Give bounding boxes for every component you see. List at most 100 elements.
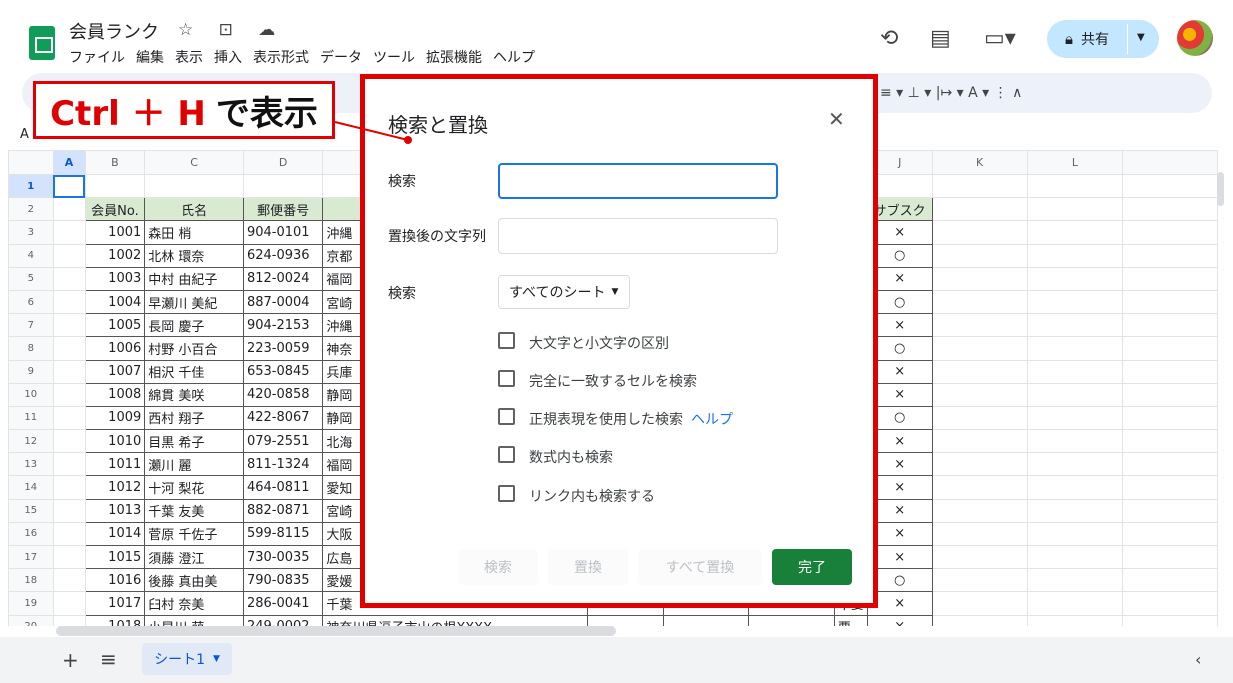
cell[interactable] xyxy=(1122,289,1218,315)
tab-dropdown-icon[interactable]: ▼ xyxy=(213,654,220,664)
cell[interactable] xyxy=(1026,568,1124,593)
cell[interactable] xyxy=(1122,382,1218,407)
cell[interactable] xyxy=(1122,220,1218,245)
member-no-cell[interactable]: 1008 xyxy=(84,382,146,407)
explore-chevron-icon[interactable]: ‹ xyxy=(1195,650,1201,669)
cell[interactable] xyxy=(52,498,86,523)
cell[interactable] xyxy=(52,197,86,222)
zip-cell[interactable]: 653-0845 xyxy=(242,359,324,384)
cell[interactable] xyxy=(1026,336,1124,361)
cell[interactable] xyxy=(1122,405,1218,431)
member-no-cell[interactable]: 1015 xyxy=(84,544,146,570)
close-icon[interactable]: ✕ xyxy=(828,107,845,131)
cell[interactable] xyxy=(1026,197,1124,222)
help-link[interactable]: ヘルプ xyxy=(691,412,733,428)
name-cell[interactable]: 瀬川 麗 xyxy=(144,452,244,477)
member-no-cell[interactable]: 1018 xyxy=(84,614,146,626)
cell[interactable] xyxy=(1026,382,1124,407)
exact-match-label[interactable]: 完全に一致するセルを検索 xyxy=(529,371,697,391)
corner-cell[interactable] xyxy=(8,150,54,175)
name-cell[interactable]: 小早川 萌 xyxy=(144,614,244,626)
cell[interactable] xyxy=(1122,266,1218,291)
cell[interactable] xyxy=(931,266,1028,291)
name-cell[interactable]: 長岡 慶子 xyxy=(144,313,244,338)
cell[interactable] xyxy=(1026,313,1124,338)
cell[interactable] xyxy=(242,173,324,199)
formulas-label[interactable]: 数式内も検索 xyxy=(529,447,613,467)
cell[interactable] xyxy=(931,544,1028,570)
cell[interactable] xyxy=(931,289,1028,315)
cell[interactable] xyxy=(52,475,86,500)
match-case-label[interactable]: 大文字と小文字の区別 xyxy=(529,333,669,353)
zip-cell[interactable]: 422-8067 xyxy=(242,405,324,431)
cell[interactable] xyxy=(1122,521,1218,547)
cell[interactable] xyxy=(52,243,86,268)
menu-file[interactable]: ファイル xyxy=(69,47,125,67)
cell[interactable] xyxy=(1026,614,1124,626)
row-header[interactable]: 8 xyxy=(8,336,54,361)
cell[interactable] xyxy=(1122,336,1218,361)
menu-data[interactable]: データ xyxy=(320,47,362,67)
document-title[interactable]: 会員ランク xyxy=(69,18,159,44)
sheets-logo-icon[interactable] xyxy=(29,26,55,60)
history-icon[interactable]: ⟲ xyxy=(880,26,898,51)
row-header[interactable]: 4 xyxy=(8,243,54,268)
cell[interactable] xyxy=(52,336,86,361)
member-no-cell[interactable]: 1005 xyxy=(84,313,146,338)
scope-select[interactable]: すべてのシート ▼ xyxy=(498,275,630,309)
member-no-cell[interactable]: 1012 xyxy=(84,475,146,500)
tab-sheet1[interactable]: シート1 ▼ xyxy=(142,643,232,675)
row-header[interactable]: 18 xyxy=(8,568,54,593)
name-cell[interactable]: 村野 小百合 xyxy=(144,336,244,361)
links-checkbox[interactable] xyxy=(498,485,515,502)
cell[interactable] xyxy=(1026,544,1124,570)
cell[interactable] xyxy=(1026,220,1124,245)
member-no-cell[interactable]: 1004 xyxy=(84,289,146,315)
cell[interactable] xyxy=(1122,359,1218,384)
zip-cell[interactable]: 223-0059 xyxy=(242,336,324,361)
cell[interactable] xyxy=(52,568,86,593)
cell[interactable] xyxy=(84,173,146,199)
cell[interactable] xyxy=(52,382,86,407)
row-header[interactable]: 10 xyxy=(8,382,54,407)
row-header[interactable]: 7 xyxy=(8,313,54,338)
cell[interactable] xyxy=(1122,313,1218,338)
header-no[interactable]: 会員No. xyxy=(84,197,146,222)
name-cell[interactable]: 菅原 千佐子 xyxy=(144,521,244,547)
col-header-k[interactable]: K xyxy=(931,150,1028,175)
cell[interactable] xyxy=(1026,173,1124,199)
zip-cell[interactable]: 249-0002 xyxy=(242,614,324,626)
name-cell[interactable]: 中村 由紀子 xyxy=(144,266,244,291)
zip-cell[interactable]: 079-2551 xyxy=(242,429,324,454)
cell[interactable] xyxy=(1026,452,1124,477)
zip-cell[interactable]: 882-0871 xyxy=(242,498,324,523)
menu-tools[interactable]: ツール xyxy=(373,47,415,67)
cell[interactable] xyxy=(1122,498,1218,523)
name-cell[interactable]: 須藤 澄江 xyxy=(144,544,244,570)
replace-input[interactable] xyxy=(498,218,778,254)
cell[interactable] xyxy=(931,243,1028,268)
cell[interactable] xyxy=(1122,429,1218,454)
cell[interactable] xyxy=(931,359,1028,384)
done-button[interactable]: 完了 xyxy=(772,549,852,585)
zip-cell[interactable]: 599-8115 xyxy=(242,521,324,547)
cell[interactable] xyxy=(52,614,86,626)
name-cell[interactable]: 森田 梢 xyxy=(144,220,244,245)
cell[interactable] xyxy=(931,429,1028,454)
member-no-cell[interactable]: 1011 xyxy=(84,452,146,477)
active-cell-a1[interactable] xyxy=(52,173,86,199)
menu-view[interactable]: 表示 xyxy=(175,47,203,67)
cell[interactable] xyxy=(1026,405,1124,431)
subscription-cell[interactable]: × xyxy=(866,614,933,626)
row-header[interactable]: 9 xyxy=(8,359,54,384)
cell[interactable] xyxy=(1122,197,1218,222)
col-header-d[interactable]: D xyxy=(242,150,324,175)
zip-cell[interactable]: 624-0936 xyxy=(242,243,324,268)
col-header-l[interactable]: L xyxy=(1026,150,1124,175)
vertical-scrollbar[interactable] xyxy=(1217,172,1224,206)
cell[interactable] xyxy=(1026,475,1124,500)
cell[interactable] xyxy=(1122,452,1218,477)
regex-checkbox[interactable] xyxy=(498,408,515,425)
cell[interactable] xyxy=(1026,289,1124,315)
cell[interactable] xyxy=(1122,475,1218,500)
